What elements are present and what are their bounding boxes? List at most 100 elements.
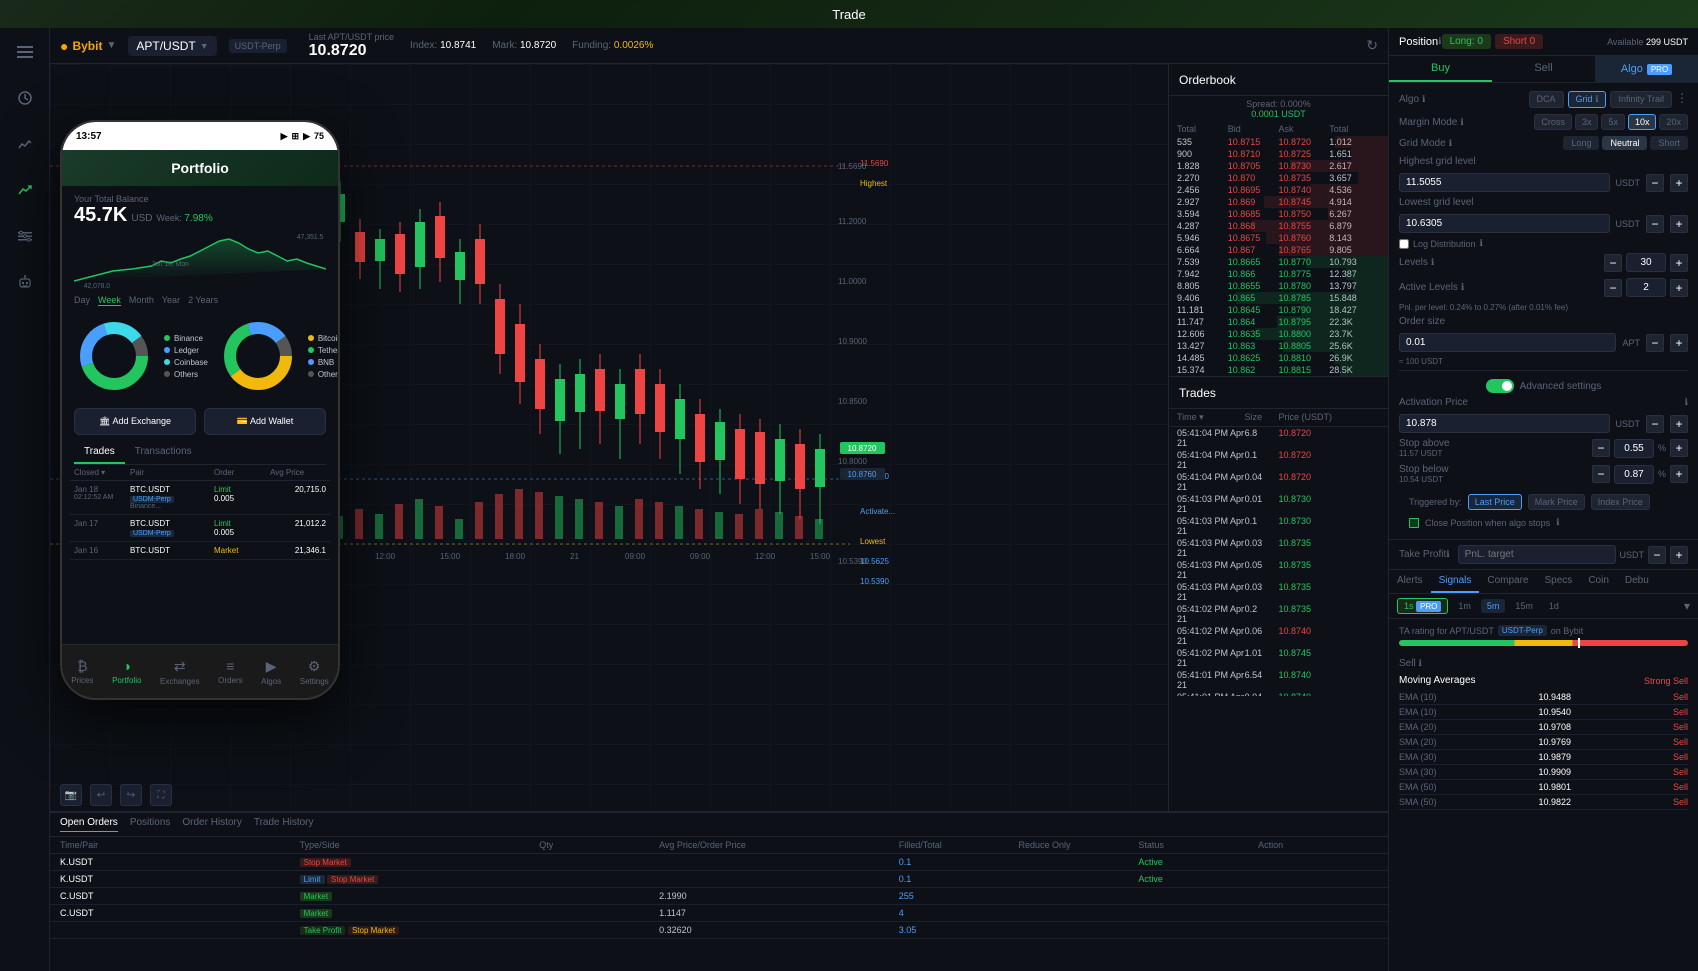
margin-info-icon[interactable]: ℹ <box>1460 117 1463 128</box>
activation-price-input[interactable] <box>1399 414 1610 433</box>
exchange-logo[interactable]: ● Bybit ▼ <box>60 38 116 54</box>
stop-above-plus[interactable]: + <box>1670 439 1688 457</box>
phone-tab-transactions[interactable]: Transactions <box>125 441 202 464</box>
nav-portfolio[interactable]: ◑ Portfolio <box>112 658 141 685</box>
lowest-grid-input[interactable] <box>1399 214 1610 233</box>
active-levels-info[interactable]: ℹ <box>1461 282 1464 293</box>
lev20x-btn[interactable]: 20x <box>1659 114 1688 130</box>
nav-orders[interactable]: ≡ Orders <box>218 658 242 685</box>
active-levels-minus[interactable]: − <box>1604 279 1622 297</box>
order-size-minus[interactable]: − <box>1646 334 1664 352</box>
long-tab[interactable]: Long: 0 <box>1442 34 1491 49</box>
stop-below-minus[interactable]: − <box>1592 465 1610 483</box>
stop-below-plus[interactable]: + <box>1670 465 1688 483</box>
fullscreen-icon[interactable]: ⛶ <box>150 784 172 806</box>
lev10x-btn[interactable]: 10x <box>1628 114 1657 130</box>
levels-plus[interactable]: + <box>1670 254 1688 272</box>
add-wallet-btn[interactable]: 💳 Add Wallet <box>204 408 326 435</box>
lev5x-btn[interactable]: 5x <box>1601 114 1625 130</box>
refresh-icon[interactable]: ↻ <box>1366 37 1378 54</box>
stop-above-input[interactable] <box>1614 439 1654 458</box>
levels-minus[interactable]: − <box>1604 254 1622 272</box>
tf-2years[interactable]: 2 Years <box>188 295 218 306</box>
more-options-icon[interactable]: ⋮ <box>1676 91 1688 108</box>
advanced-toggle-switch[interactable] <box>1486 379 1514 393</box>
grid-button[interactable]: Grid ℹ <box>1568 91 1607 108</box>
tt-5m[interactable]: 5m <box>1481 599 1506 613</box>
tab-open-orders[interactable]: Open Orders <box>60 817 118 832</box>
neutral-mode-btn[interactable]: Neutral <box>1602 136 1647 150</box>
pair-selector[interactable]: APT/USDT ▼ <box>128 36 216 56</box>
tab-specs[interactable]: Specs <box>1537 570 1581 593</box>
sidebar-menu-icon[interactable] <box>11 38 39 66</box>
sell-tab[interactable]: Sell <box>1492 56 1595 82</box>
active-levels-input[interactable] <box>1626 278 1666 297</box>
tp-minus[interactable]: − <box>1648 546 1666 564</box>
nav-exchanges[interactable]: ⇄ Exchanges <box>160 658 200 686</box>
log-dist-checkbox[interactable] <box>1399 239 1409 249</box>
tt-15m[interactable]: 15m <box>1509 599 1539 613</box>
tf-month[interactable]: Month <box>129 295 154 306</box>
nav-algos[interactable]: ▶ Algos <box>261 658 281 686</box>
sidebar-robot-icon[interactable] <box>11 268 39 296</box>
tf-year[interactable]: Year <box>162 295 180 306</box>
tf-week[interactable]: Week <box>98 295 121 306</box>
add-exchange-btn[interactable]: 🏛 Add Exchange <box>74 408 196 435</box>
infinity-button[interactable]: Infinity Trail <box>1610 91 1672 108</box>
cross-btn[interactable]: Cross <box>1534 114 1572 130</box>
tp-input[interactable] <box>1458 545 1616 564</box>
time-dropdown[interactable]: ▾ <box>1684 599 1690 613</box>
index-price-btn[interactable]: Index Price <box>1591 494 1650 510</box>
close-position-checkbox[interactable] <box>1409 518 1419 528</box>
lev3x-btn[interactable]: 3x <box>1575 114 1599 130</box>
short-mode-btn[interactable]: Short <box>1650 136 1688 150</box>
tt-1s-pro[interactable]: 1s PRO <box>1397 598 1448 614</box>
lowest-grid-minus[interactable]: − <box>1646 215 1664 233</box>
tab-compare[interactable]: Compare <box>1479 570 1536 593</box>
last-price-btn[interactable]: Last Price <box>1468 494 1522 510</box>
highest-grid-minus[interactable]: − <box>1646 174 1664 192</box>
sidebar-trending-icon[interactable] <box>11 176 39 204</box>
tab-signals[interactable]: Signals <box>1431 570 1480 593</box>
levels-input[interactable] <box>1626 253 1666 272</box>
mark-price-btn[interactable]: Mark Price <box>1528 494 1585 510</box>
grid-info-icon[interactable]: ℹ <box>1595 94 1598 104</box>
long-mode-btn[interactable]: Long <box>1563 136 1599 150</box>
tab-order-history[interactable]: Order History <box>182 817 241 832</box>
stop-above-minus[interactable]: − <box>1592 439 1610 457</box>
algo-info-icon[interactable]: ℹ <box>1422 94 1425 105</box>
short-tab[interactable]: Short 0 <box>1495 34 1543 49</box>
sidebar-settings-icon[interactable] <box>11 222 39 250</box>
tab-debug[interactable]: Debu <box>1617 570 1657 593</box>
sidebar-chart-icon[interactable] <box>11 84 39 112</box>
tp-plus[interactable]: + <box>1670 546 1688 564</box>
tab-coin[interactable]: Coin <box>1580 570 1617 593</box>
tab-trade-history[interactable]: Trade History <box>254 817 314 832</box>
redo-icon[interactable]: ↪ <box>120 784 142 806</box>
nav-prices[interactable]: ₿ Prices <box>71 658 93 685</box>
levels-info[interactable]: ℹ <box>1431 257 1434 268</box>
grid-mode-info-icon[interactable]: ℹ <box>1449 138 1452 149</box>
tab-alerts[interactable]: Alerts <box>1389 570 1431 593</box>
close-position-info[interactable]: ℹ <box>1556 517 1559 528</box>
buy-tab[interactable]: Buy <box>1389 56 1492 82</box>
undo-icon[interactable]: ↩ <box>90 784 112 806</box>
tp-info[interactable]: ℹ <box>1446 549 1449 560</box>
tab-positions[interactable]: Positions <box>130 817 171 832</box>
tf-day[interactable]: Day <box>74 295 90 306</box>
tt-1d[interactable]: 1d <box>1543 599 1565 613</box>
activation-plus[interactable]: + <box>1670 415 1688 433</box>
tt-1m[interactable]: 1m <box>1452 599 1477 613</box>
order-size-plus[interactable]: + <box>1670 334 1688 352</box>
order-size-input[interactable] <box>1399 333 1616 352</box>
activation-minus[interactable]: − <box>1646 415 1664 433</box>
phone-tab-trades[interactable]: Trades <box>74 441 125 464</box>
dca-button[interactable]: DCA <box>1529 91 1564 108</box>
lowest-grid-plus[interactable]: + <box>1670 215 1688 233</box>
stop-below-input[interactable] <box>1614 465 1654 484</box>
nav-settings[interactable]: ⚙ Settings <box>300 658 329 686</box>
sell-info[interactable]: ℹ <box>1418 658 1421 668</box>
screenshot-icon[interactable]: 📷 <box>60 784 82 806</box>
highest-grid-plus[interactable]: + <box>1670 174 1688 192</box>
log-dist-info[interactable]: ℹ <box>1480 238 1483 249</box>
